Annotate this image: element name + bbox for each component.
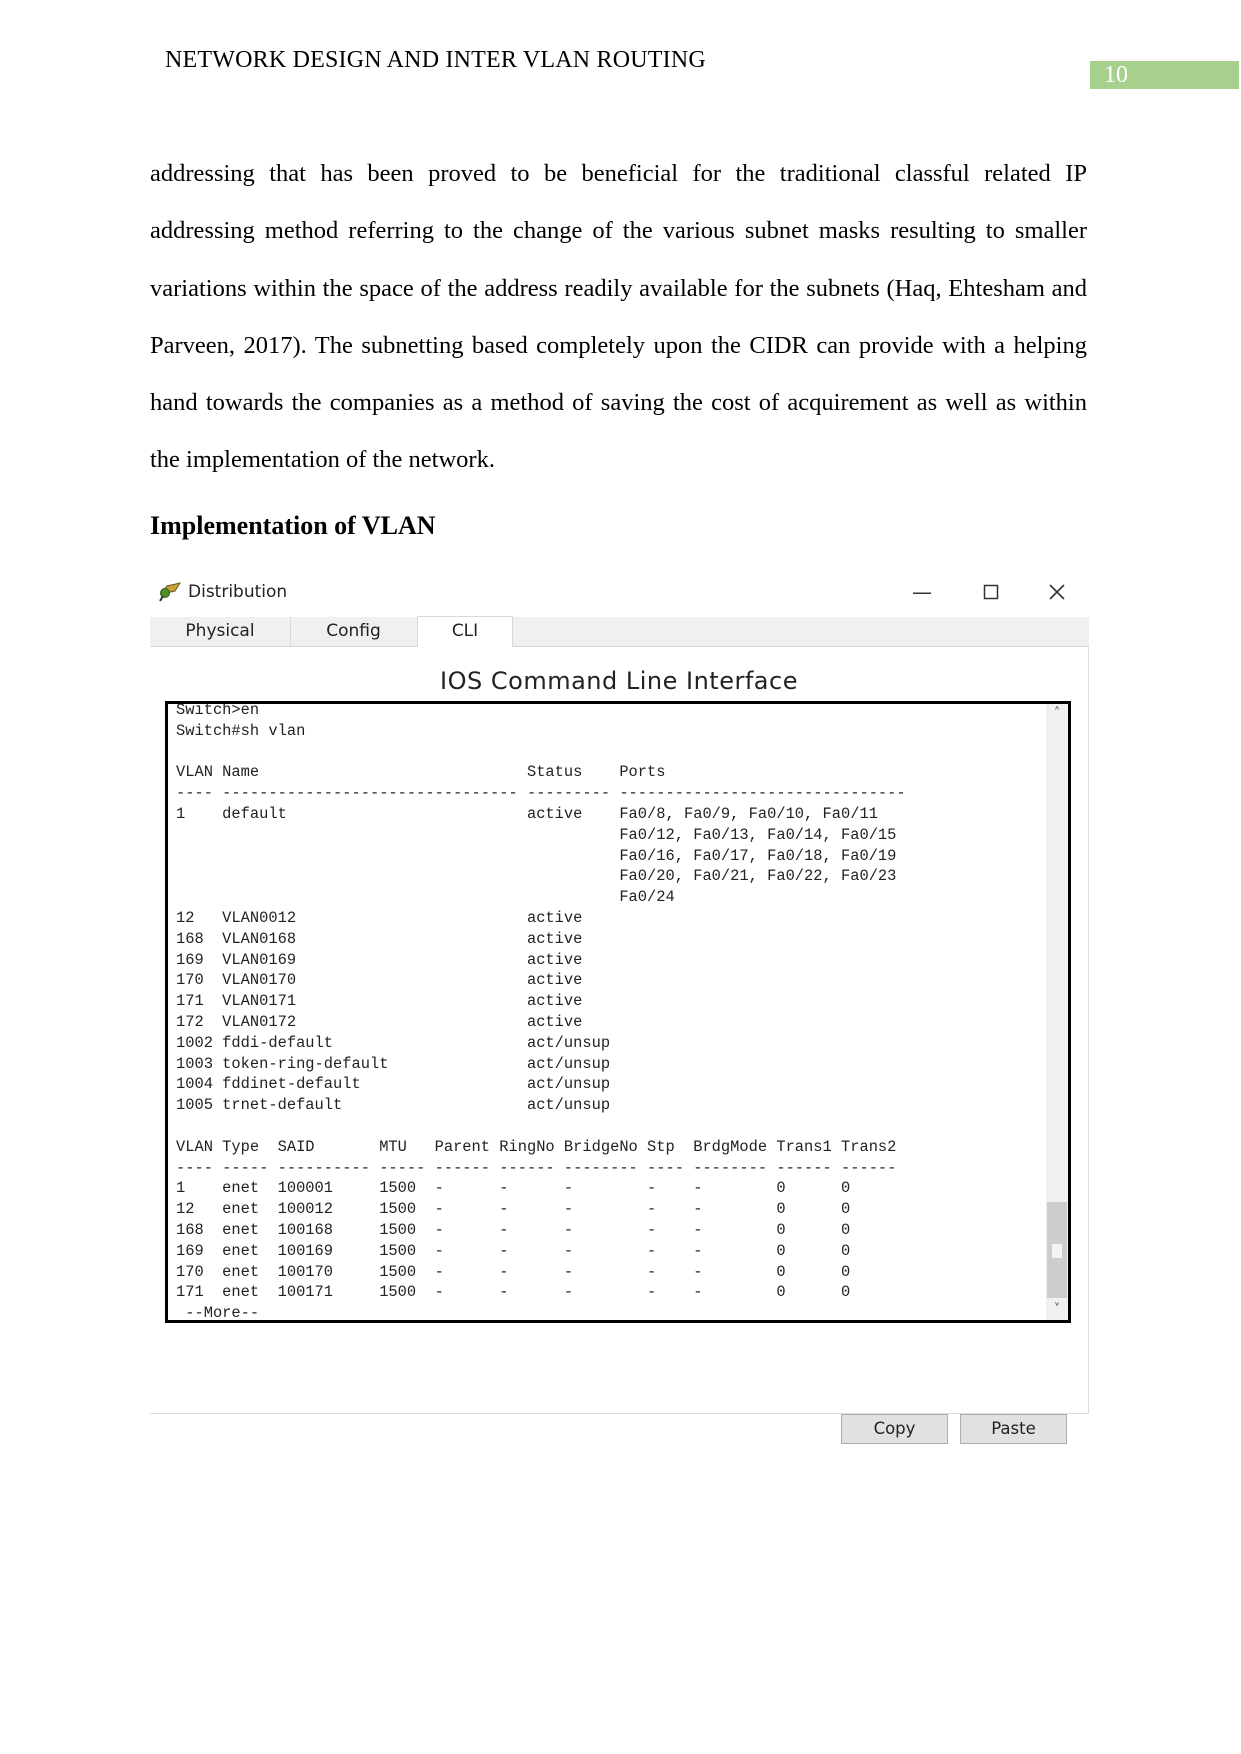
scrollbar-thumb[interactable] — [1047, 1202, 1067, 1298]
close-icon — [1049, 584, 1065, 600]
section-heading: Implementation of VLAN — [150, 511, 436, 540]
maximize-icon — [983, 584, 999, 600]
minimize-button[interactable]: — — [902, 576, 942, 608]
copy-button[interactable]: Copy — [841, 1414, 948, 1444]
window-title: Distribution — [188, 582, 288, 602]
page-number: 10 — [1090, 61, 1239, 89]
paste-button[interactable]: Paste — [960, 1414, 1067, 1444]
terminal-console[interactable]: Switch>en Switch#sh vlan VLAN Name Statu… — [165, 701, 1071, 1323]
window-titlebar[interactable]: Distribution — — [150, 570, 1089, 614]
scroll-down-icon[interactable]: ˅ — [1046, 1300, 1068, 1320]
running-head: NETWORK DESIGN AND INTER VLAN ROUTING — [165, 47, 706, 73]
device-window: Distribution — Physical Config CLI IOS C… — [150, 570, 1089, 1444]
cli-panel: IOS Command Line Interface Switch>en Swi… — [150, 647, 1089, 1444]
body-paragraph: addressing that has been proved to be be… — [150, 160, 1087, 474]
tab-bar: Physical Config CLI — [150, 616, 1089, 648]
switch-device-icon — [158, 580, 182, 602]
scrollbar-grip — [1052, 1244, 1062, 1258]
tab-cli[interactable]: CLI — [417, 616, 513, 648]
terminal-scrollbar[interactable]: ˄ ˅ — [1046, 704, 1068, 1320]
tab-config[interactable]: Config — [290, 617, 418, 646]
tab-physical[interactable]: Physical — [150, 617, 291, 646]
close-button[interactable] — [1037, 576, 1077, 608]
cli-title: IOS Command Line Interface — [440, 667, 798, 695]
terminal-output: Switch>en Switch#sh vlan VLAN Name Statu… — [176, 701, 906, 1323]
scroll-up-icon[interactable]: ˄ — [1046, 704, 1068, 724]
maximize-button[interactable] — [971, 576, 1011, 608]
